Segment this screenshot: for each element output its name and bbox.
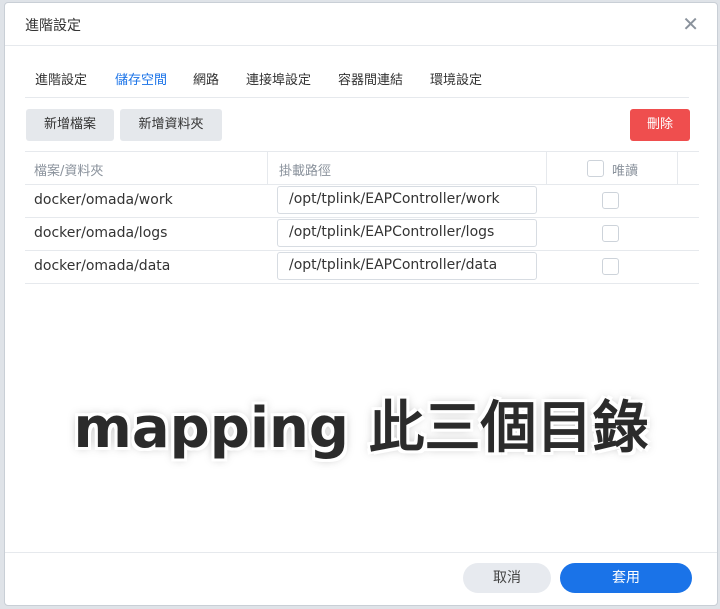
- close-icon[interactable]: ✕: [682, 11, 699, 37]
- tab-bar: 進階設定 儲存空間 網路 連接埠設定 容器間連結 環境設定: [25, 59, 689, 98]
- dialog-footer: 取消 套用: [5, 552, 717, 605]
- column-divider: [677, 152, 678, 184]
- header-mount-path: 掛載路徑: [279, 164, 332, 179]
- file-folder-cell: docker/omada/logs: [34, 225, 168, 241]
- column-divider: [267, 152, 268, 184]
- dialog-titlebar: 進階設定 ✕: [5, 3, 717, 46]
- column-divider: [546, 152, 547, 184]
- tab-environment[interactable]: 環境設定: [430, 69, 482, 88]
- add-folder-button[interactable]: 新增資料夾: [120, 109, 222, 141]
- readonly-checkbox[interactable]: [602, 225, 619, 242]
- tab-container-links[interactable]: 容器間連結: [338, 69, 403, 88]
- file-folder-cell: docker/omada/data: [34, 258, 171, 274]
- table-row: docker/omada/work /opt/tplink/EAPControl…: [25, 185, 699, 218]
- table-header: 檔案/資料夾 掛載路徑 唯讀: [25, 152, 699, 185]
- readonly-checkbox[interactable]: [602, 258, 619, 275]
- mount-path-input[interactable]: /opt/tplink/EAPController/work: [277, 186, 537, 214]
- table-row: docker/omada/logs /opt/tplink/EAPControl…: [25, 218, 699, 251]
- mount-path-input[interactable]: /opt/tplink/EAPController/data: [277, 252, 537, 280]
- tab-network[interactable]: 網路: [193, 69, 219, 88]
- add-file-button[interactable]: 新增檔案: [26, 109, 114, 141]
- dialog-title: 進階設定: [25, 18, 81, 34]
- tab-advanced-settings[interactable]: 進階設定: [35, 69, 87, 88]
- cancel-button[interactable]: 取消: [463, 563, 551, 593]
- advanced-settings-dialog: 進階設定 ✕ 進階設定 儲存空間 網路 連接埠設定 容器間連結 環境設定 新增檔…: [4, 2, 718, 606]
- storage-mapping-table: 檔案/資料夾 掛載路徑 唯讀 docker/omada/work /opt/tp…: [25, 151, 699, 284]
- overlay-caption: mapping 此三個目錄: [73, 396, 649, 461]
- file-folder-cell: docker/omada/work: [34, 192, 173, 208]
- delete-button[interactable]: 刪除: [630, 109, 690, 141]
- header-file-folder: 檔案/資料夾: [34, 164, 104, 179]
- apply-button[interactable]: 套用: [560, 563, 692, 593]
- readonly-select-all-checkbox[interactable]: [587, 160, 604, 177]
- tab-storage[interactable]: 儲存空間: [115, 69, 167, 88]
- header-readonly: 唯讀: [612, 164, 639, 179]
- tab-port-settings[interactable]: 連接埠設定: [246, 69, 311, 88]
- readonly-checkbox[interactable]: [602, 192, 619, 209]
- table-row: docker/omada/data /opt/tplink/EAPControl…: [25, 251, 699, 284]
- mount-path-input[interactable]: /opt/tplink/EAPController/logs: [277, 219, 537, 247]
